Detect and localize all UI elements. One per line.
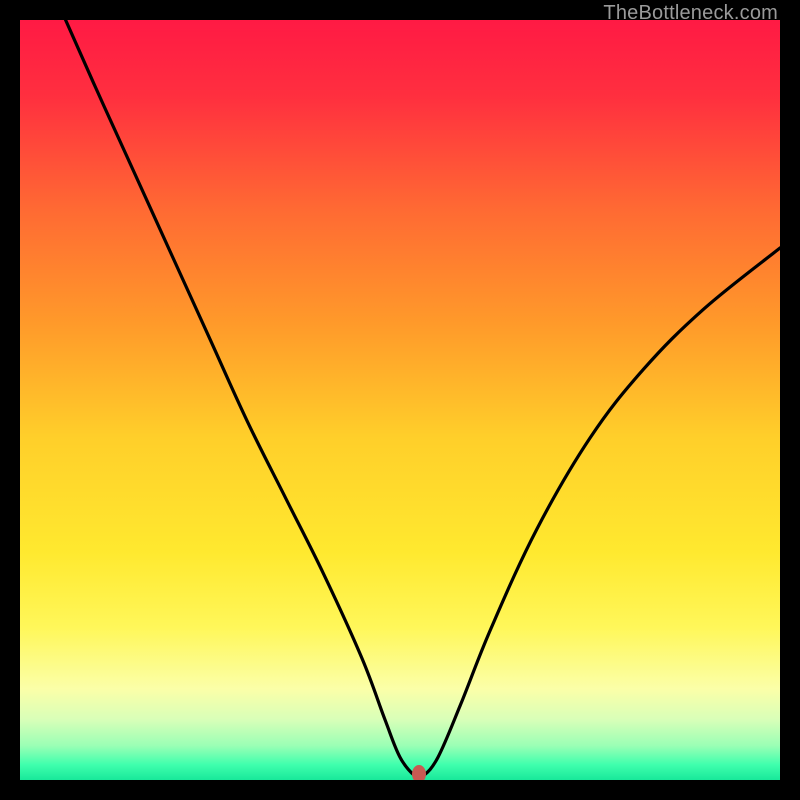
chart-frame: TheBottleneck.com xyxy=(0,0,800,800)
watermark-label: TheBottleneck.com xyxy=(603,2,778,25)
plot-area xyxy=(20,20,780,780)
optimal-point-marker xyxy=(412,765,426,780)
bottleneck-curve xyxy=(20,20,780,780)
